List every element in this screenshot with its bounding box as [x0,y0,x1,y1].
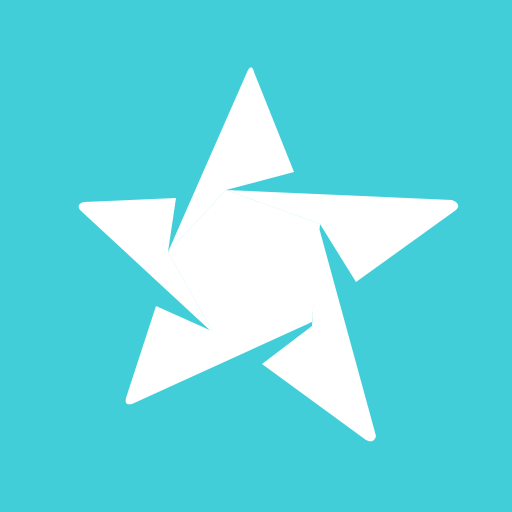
app-icon-tile [0,0,512,512]
folded-star-icon [78,67,459,442]
